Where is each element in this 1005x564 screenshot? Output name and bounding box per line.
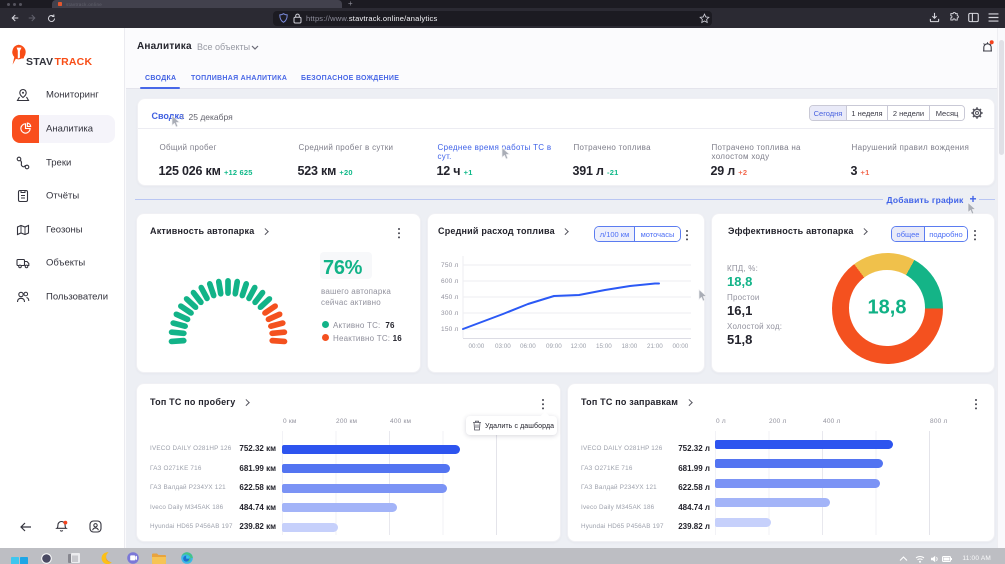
- svg-text:TRACK: TRACK: [55, 56, 93, 68]
- svg-text:STAV: STAV: [26, 56, 53, 68]
